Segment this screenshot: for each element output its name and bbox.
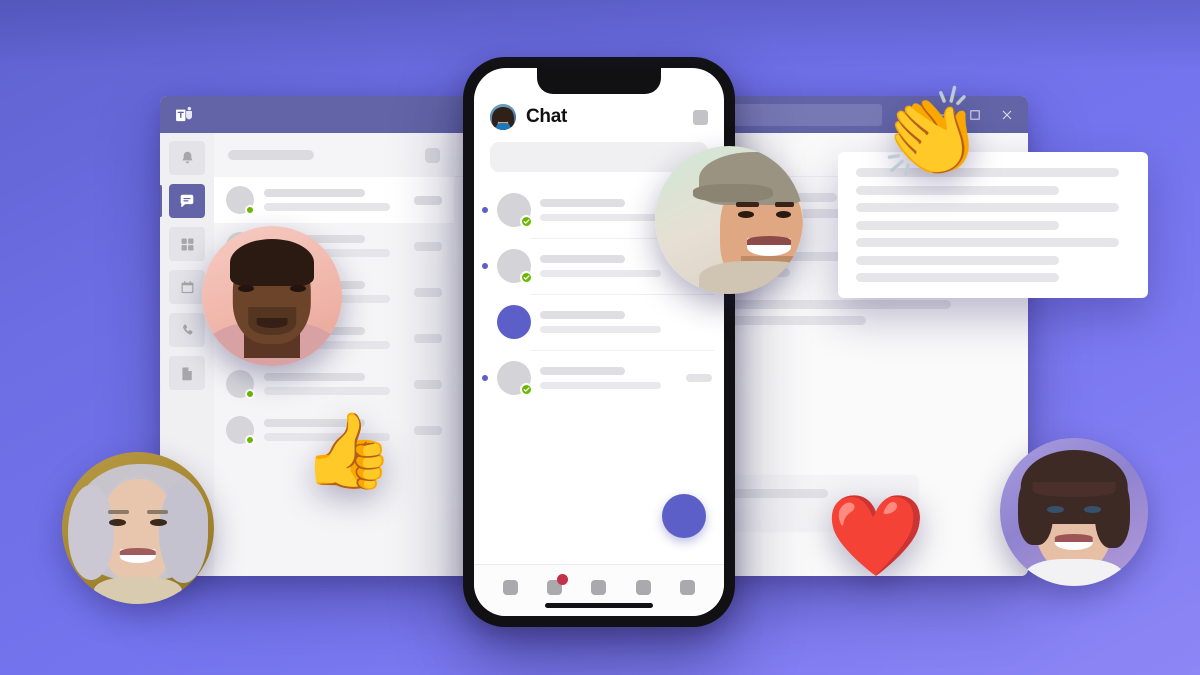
bell-icon	[179, 150, 196, 167]
list-item[interactable]	[474, 294, 724, 350]
smiling-older-woman	[62, 452, 214, 604]
profile-avatar[interactable]	[490, 104, 516, 130]
timestamp-placeholder	[414, 195, 442, 205]
chat-list-item[interactable]	[214, 361, 454, 407]
home-indicator	[545, 603, 653, 608]
list-item-text-placeholder	[540, 367, 677, 389]
card-line-placeholder	[856, 220, 1059, 230]
avatar	[497, 249, 533, 284]
list-item[interactable]	[474, 350, 724, 406]
tab-more[interactable]	[680, 580, 696, 595]
avatar	[226, 370, 255, 399]
phone-icon	[179, 322, 196, 339]
new-chat-fab[interactable]	[662, 494, 706, 538]
thumbs-up-emoji: 👍	[302, 409, 395, 492]
chat-item-text-placeholder	[264, 189, 404, 211]
chat-icon	[178, 192, 196, 210]
tab-chat[interactable]	[547, 574, 569, 595]
unread-badge	[557, 574, 569, 585]
list-item-text-placeholder	[540, 311, 677, 333]
timestamp-placeholder	[414, 425, 442, 435]
tab-activity[interactable]	[502, 580, 518, 595]
avatar	[226, 186, 255, 215]
file-icon	[179, 365, 196, 382]
presence-available-icon	[520, 271, 533, 284]
close-button[interactable]	[992, 102, 1022, 128]
calendar-icon	[179, 279, 196, 296]
presence-available-icon	[245, 435, 255, 445]
smiling-man-pink-background	[202, 226, 342, 366]
red-heart-emoji: ❤️	[826, 491, 926, 580]
avatar	[226, 416, 255, 445]
chat-list-item[interactable]	[214, 177, 454, 223]
compose-icon[interactable]	[425, 147, 440, 163]
teams-icon	[179, 236, 196, 253]
timestamp-placeholder	[686, 374, 712, 382]
clapping-hands-emoji: 👏	[873, 81, 988, 187]
page-title: Chat	[526, 106, 568, 127]
sidebar-item-activity[interactable]	[169, 141, 205, 175]
card-line-placeholder	[856, 238, 1120, 247]
tab-calendar[interactable]	[635, 580, 651, 595]
sidebar-item-chat[interactable]	[160, 184, 205, 218]
compose-icon[interactable]	[693, 109, 708, 125]
presence-available-icon	[520, 215, 533, 228]
sidebar-item-teams[interactable]	[169, 227, 205, 261]
phone-notch	[537, 68, 661, 94]
microsoft-teams-logo-icon	[174, 105, 194, 125]
presence-available-icon	[245, 389, 255, 399]
timestamp-placeholder	[414, 287, 442, 297]
chat-list-title-placeholder	[228, 150, 314, 160]
phone-tab-bar	[474, 564, 724, 616]
card-line-placeholder	[856, 255, 1059, 265]
sidebar-item-calls[interactable]	[169, 313, 205, 347]
unread-indicator	[482, 263, 488, 269]
presence-available-icon	[245, 205, 255, 215]
unread-indicator	[482, 375, 488, 381]
avatar	[497, 193, 533, 228]
unread-indicator	[482, 207, 488, 213]
sidebar-item-files[interactable]	[169, 356, 205, 390]
chat-list-header	[214, 133, 454, 177]
card-line-placeholder	[856, 203, 1120, 212]
timestamp-placeholder	[414, 379, 442, 389]
timestamp-placeholder	[414, 333, 442, 343]
scene-root: ⋯ Chat 👏 👍 ❤️	[0, 0, 1200, 675]
smiling-man-with-cap	[655, 146, 803, 294]
avatar	[497, 305, 531, 339]
tab-teams[interactable]	[591, 580, 607, 595]
card-line-placeholder	[856, 185, 1059, 195]
sidebar-item-calendar[interactable]	[169, 270, 205, 304]
card-line-placeholder	[856, 273, 1059, 282]
chat-item-text-placeholder	[264, 373, 404, 395]
avatar	[497, 361, 533, 396]
smiling-woman-short-hair	[1000, 438, 1148, 586]
timestamp-placeholder	[414, 241, 442, 251]
presence-available-icon	[520, 383, 533, 396]
phone-mockup: Chat	[463, 57, 735, 627]
